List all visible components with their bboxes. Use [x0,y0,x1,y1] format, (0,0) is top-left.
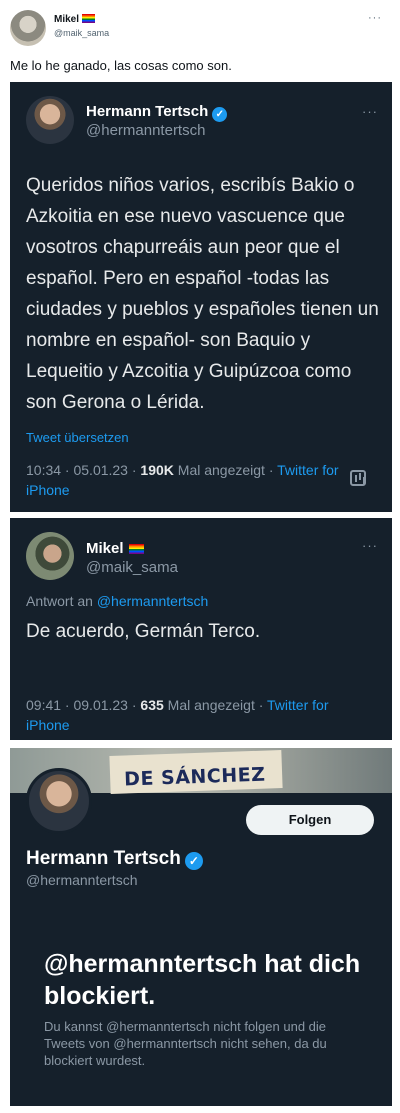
avatar[interactable] [26,532,74,580]
author-handle[interactable]: @hermanntertsch [86,122,205,139]
reply-to-line: Antwort an @hermanntertsch [26,593,209,609]
more-dots-icon[interactable]: ··· [368,12,382,24]
author-name[interactable]: Hermann Tertsch ✓ [86,103,228,122]
follow-button[interactable]: Folgen [246,805,374,835]
avatar[interactable] [26,96,74,144]
blocked-description: Du kannst @hermanntertsch nicht folgen u… [44,1019,327,1068]
quoted-tweet-card[interactable]: Hermann Tertsch ✓ @hermanntertsch ··· Que… [10,82,392,512]
more-dots-icon[interactable]: ··· [362,104,378,119]
rainbow-flag-icon [82,14,96,23]
reply-to-handle[interactable]: @hermanntertsch [97,593,208,609]
tweet-text: De acuerdo, Germán Terco. [26,621,261,642]
verified-badge-icon: ✓ [212,107,228,122]
outer-tweet-header: Mikel @maik_sama ··· Me lo he ganado, la… [0,0,400,80]
author-handle[interactable]: @maik_sama [54,28,109,38]
author-handle[interactable]: @maik_sama [86,559,178,576]
analytics-icon[interactable] [350,470,366,486]
tweet-text: Me lo he ganado, las cosas como son. [10,58,232,73]
rainbow-flag-icon [128,544,144,554]
banner-sign: DE SÁNCHEZ [109,750,283,794]
blocked-title: @hermanntertsch hat dich blockiert. [44,950,361,1010]
verified-badge-icon: ✓ [184,852,203,870]
profile-handle: @hermanntertsch [26,872,138,888]
tweet-meta: 10:34 · 05.01.23 · 190K Mal angezeigt · … [26,462,339,498]
avatar[interactable] [10,10,46,46]
tweet-meta: 09:41 · 09.01.23 · 635 Mal angezeigt · T… [26,697,329,733]
profile-avatar[interactable] [26,768,92,834]
tweet-text: Queridos niños varios, escribís Bakio o … [26,175,379,413]
translate-link[interactable]: Tweet übersetzen [26,430,129,445]
profile-name: Hermann Tertsch ✓ [26,848,203,870]
banner-text: DE SÁNCHEZ [123,763,266,791]
author-name[interactable]: Mikel [54,14,96,25]
author-name[interactable]: Mikel [86,540,144,557]
profile-card: DE SÁNCHEZ Folgen Hermann Tertsch ✓ @herm… [10,748,392,1106]
more-dots-icon[interactable]: ··· [362,538,378,553]
reply-tweet-card[interactable]: Mikel @maik_sama ··· Antwort an @hermann… [10,518,392,740]
